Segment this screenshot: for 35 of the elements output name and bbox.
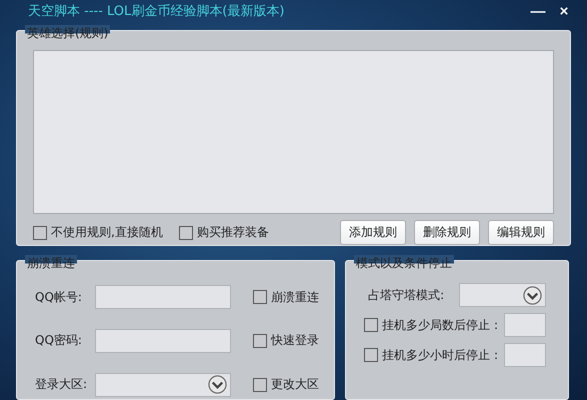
group-title: 崩溃重连	[25, 255, 77, 272]
region-dropdown[interactable]	[95, 372, 231, 397]
chevron-down-icon	[208, 375, 227, 394]
checkbox-option[interactable]: 挂机多少小时后停止 :	[364, 346, 498, 364]
rule-button[interactable]: 添加规则	[340, 220, 406, 245]
input-field[interactable]	[504, 313, 546, 337]
mode-dropdown[interactable]	[459, 283, 546, 307]
rule-button[interactable]: 编辑规则	[488, 220, 554, 245]
rule-button[interactable]: 删除规则	[414, 220, 480, 245]
minimize-button[interactable]: —	[525, 2, 551, 20]
checkbox-option[interactable]: 不使用规则,直接随机	[33, 224, 163, 241]
checkbox-option[interactable]: 快速登录	[253, 332, 334, 350]
window-title: 天空脚本 ---- LOL刷金币经验脚本(最新版本)	[28, 3, 286, 20]
group-title: 模式以及条件停止	[354, 255, 454, 272]
group-title: 英雄选择(规则)	[25, 25, 110, 42]
checkbox[interactable]	[253, 378, 267, 392]
checkbox[interactable]	[364, 318, 378, 332]
checkbox[interactable]	[178, 226, 193, 240]
input-field[interactable]	[504, 343, 546, 367]
checkbox[interactable]	[253, 334, 267, 348]
field-label: 登录大区:	[35, 376, 88, 394]
checkbox-option[interactable]: 购买推荐装备	[178, 224, 269, 241]
field-label: QQ帐号:	[35, 288, 83, 306]
field-label: QQ密码:	[35, 332, 83, 350]
input-field[interactable]	[95, 328, 231, 353]
field-label: 占塔守塔模式:	[367, 286, 444, 304]
checkbox[interactable]	[253, 290, 267, 304]
checkbox-option[interactable]: 更改大区	[253, 376, 334, 394]
checkbox[interactable]	[364, 348, 378, 362]
chevron-down-icon	[523, 286, 542, 304]
checkbox-option[interactable]: 挂机多少局数后停止 :	[364, 316, 498, 334]
input-field[interactable]	[95, 285, 231, 310]
checkbox[interactable]	[33, 226, 47, 240]
close-button[interactable]: ×	[551, 2, 577, 20]
checkbox-option[interactable]: 崩溃重连	[253, 288, 334, 306]
